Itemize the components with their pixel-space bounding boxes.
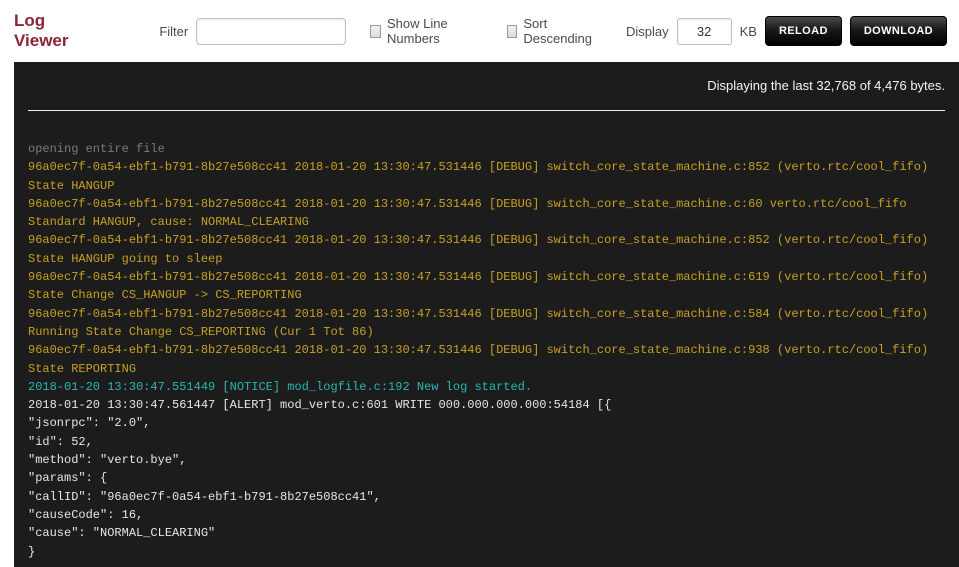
filter-input[interactable]	[196, 18, 346, 45]
log-line: 96a0ec7f-0a54-ebf1-b791-8b27e508cc41 201…	[28, 305, 949, 323]
display-label: Display	[626, 24, 669, 39]
log-line: 96a0ec7f-0a54-ebf1-b791-8b27e508cc41 201…	[28, 195, 949, 213]
log-line: 96a0ec7f-0a54-ebf1-b791-8b27e508cc41 201…	[28, 341, 949, 359]
toolbar: Log Viewer Filter Show Line Numbers Sort…	[0, 0, 959, 62]
page-title: Log Viewer	[14, 11, 87, 51]
kb-unit-label: KB	[740, 24, 757, 39]
log-line: Standard HANGUP, cause: NORMAL_CLEARING	[28, 213, 949, 231]
log-line: 2018-01-20 13:30:47.561447 [ALERT] mod_v…	[28, 396, 949, 414]
log-line: "jsonrpc": "2.0",	[28, 414, 949, 432]
log-status-text: Displaying the last 32,768 of 4,476 byte…	[24, 72, 949, 93]
show-line-numbers-label: Show Line Numbers	[387, 16, 481, 46]
download-button[interactable]: DOWNLOAD	[850, 16, 947, 46]
sort-descending-group: Sort Descending	[507, 16, 600, 46]
log-line: "causeCode": 16,	[28, 506, 949, 524]
log-line: State REPORTING	[28, 360, 949, 378]
log-line: "cause": "NORMAL_CLEARING"	[28, 524, 949, 542]
log-divider	[28, 110, 945, 111]
log-line: 2018-01-20 13:30:47.551449 [NOTICE] mod_…	[28, 378, 949, 396]
log-line: }	[28, 543, 949, 561]
filter-label: Filter	[159, 24, 188, 39]
toolbar-buttons: RELOAD DOWNLOAD	[757, 16, 947, 46]
reload-button[interactable]: RELOAD	[765, 16, 842, 46]
log-line: State Change CS_HANGUP -> CS_REPORTING	[28, 286, 949, 304]
log-line: State HANGUP	[28, 177, 949, 195]
display-size-input[interactable]	[677, 18, 732, 45]
log-content: opening entire file96a0ec7f-0a54-ebf1-b7…	[24, 140, 949, 561]
log-line: 96a0ec7f-0a54-ebf1-b791-8b27e508cc41 201…	[28, 231, 949, 249]
log-line: State HANGUP going to sleep	[28, 250, 949, 268]
log-line: "method": "verto.bye",	[28, 451, 949, 469]
sort-descending-checkbox[interactable]	[507, 25, 518, 38]
show-line-numbers-group: Show Line Numbers	[370, 16, 480, 46]
display-size-group: Display KB	[626, 18, 757, 45]
sort-descending-label: Sort Descending	[523, 16, 600, 46]
log-line: "callID": "96a0ec7f-0a54-ebf1-b791-8b27e…	[28, 488, 949, 506]
log-line: "params": {	[28, 469, 949, 487]
show-line-numbers-checkbox[interactable]	[370, 25, 381, 38]
log-panel: Displaying the last 32,768 of 4,476 byte…	[14, 62, 959, 567]
log-line: Running State Change CS_REPORTING (Cur 1…	[28, 323, 949, 341]
log-line: 96a0ec7f-0a54-ebf1-b791-8b27e508cc41 201…	[28, 158, 949, 176]
filter-group: Filter	[159, 18, 346, 45]
log-line: 96a0ec7f-0a54-ebf1-b791-8b27e508cc41 201…	[28, 268, 949, 286]
log-line: "id": 52,	[28, 433, 949, 451]
log-line: opening entire file	[28, 140, 949, 158]
